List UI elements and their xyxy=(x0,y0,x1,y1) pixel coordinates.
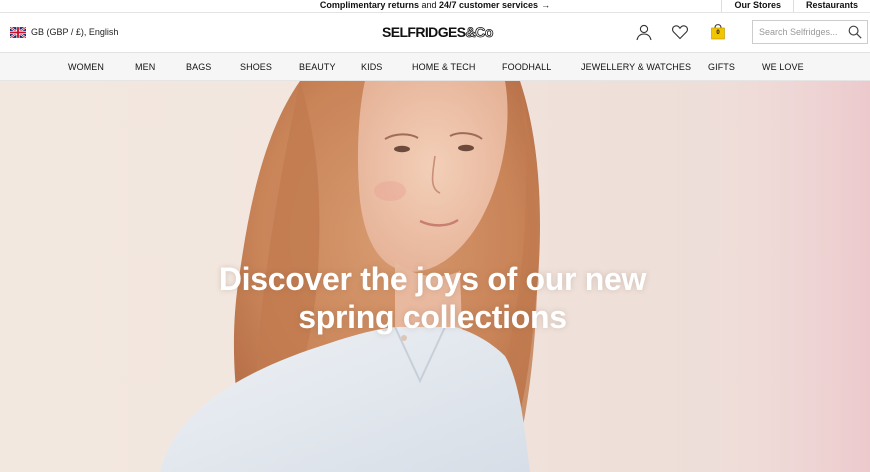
locale-selector[interactable]: GB (GBP / £), English xyxy=(10,27,118,38)
heart-icon[interactable] xyxy=(671,23,689,41)
uk-flag-icon xyxy=(10,27,26,38)
nav-item-women[interactable]: WOMEN xyxy=(68,53,104,81)
site-header: GB (GBP / £), English SELFRIDGES &Co 0 xyxy=(0,13,870,53)
hero-banner[interactable]: Discover the joys of our new spring coll… xyxy=(0,81,870,472)
promo-text-and: and xyxy=(418,0,439,10)
restaurants-link[interactable]: Restaurants xyxy=(792,0,870,12)
search-input[interactable] xyxy=(753,21,845,43)
our-stores-link[interactable]: Our Stores xyxy=(721,0,793,12)
utility-links: Our Stores Restaurants xyxy=(721,0,870,12)
nav-item-men[interactable]: MEN xyxy=(135,53,155,81)
account-icon[interactable] xyxy=(635,23,653,41)
nav-item-shoes[interactable]: SHOES xyxy=(240,53,272,81)
category-nav: WOMEN MEN BAGS SHOES BEAUTY KIDS HOME & … xyxy=(0,53,870,81)
nav-item-we-love[interactable]: WE LOVE xyxy=(762,53,804,81)
locale-label: GB (GBP / £), English xyxy=(31,27,119,37)
promo-bar: Complimentary returns and 24/7 customer … xyxy=(0,0,870,13)
arrow-right-icon: → xyxy=(541,0,551,10)
search-icon[interactable] xyxy=(848,25,862,39)
bag-count: 0 xyxy=(716,30,720,36)
selfridges-logo[interactable]: SELFRIDGES &Co xyxy=(382,22,494,42)
logo-suffix: &Co xyxy=(465,24,494,41)
nav-item-jewellery-watches[interactable]: JEWELLERY & WATCHES xyxy=(581,53,691,81)
promo-text-services: 24/7 customer services xyxy=(438,0,539,10)
nav-item-home-tech[interactable]: HOME & TECH xyxy=(412,53,475,81)
nav-item-kids[interactable]: KIDS xyxy=(361,53,382,81)
nav-item-foodhall[interactable]: FOODHALL xyxy=(502,53,551,81)
hero-heading: Discover the joys of our new spring coll… xyxy=(150,260,715,336)
nav-item-beauty[interactable]: BEAUTY xyxy=(299,53,336,81)
nav-item-gifts[interactable]: GIFTS xyxy=(708,53,735,81)
logo-wordmark: SELFRIDGES xyxy=(382,24,466,40)
shopping-bag-button[interactable]: 0 xyxy=(709,23,727,41)
hero-heading-line2: spring collections xyxy=(298,299,567,335)
hero-heading-line1: Discover the joys of our new xyxy=(218,261,647,297)
promo-text-returns: Complimentary returns xyxy=(319,0,419,10)
search-box[interactable] xyxy=(752,20,868,44)
nav-item-bags[interactable]: BAGS xyxy=(186,53,211,81)
